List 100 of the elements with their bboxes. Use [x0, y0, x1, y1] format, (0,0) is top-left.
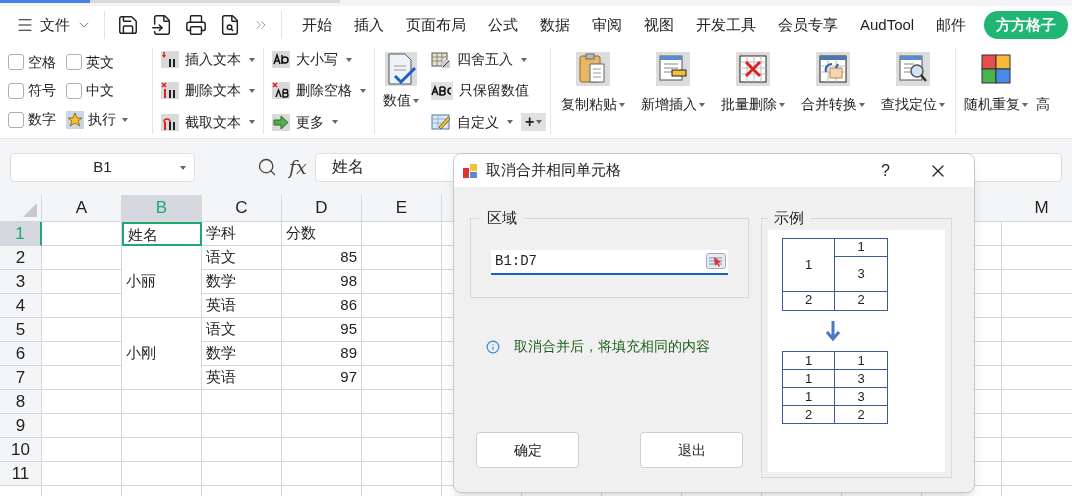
arrow-icon: [272, 113, 290, 131]
checkbox-label: 英文: [86, 52, 114, 72]
zoom-icon[interactable]: [257, 157, 277, 177]
ribbon-button[interactable]: 四舍五入: [431, 49, 527, 71]
row-header[interactable]: 4: [0, 294, 42, 318]
row-header[interactable]: 2: [0, 246, 42, 270]
menu-tab[interactable]: 开始: [302, 13, 332, 37]
ribbon-button[interactable]: 批量删除: [719, 52, 788, 115]
caret-icon: [249, 120, 255, 125]
function-label[interactable]: fx: [289, 152, 307, 182]
caret-icon: [521, 57, 527, 62]
example-cell-text: 2: [856, 291, 866, 309]
example-cell: 1: [783, 387, 835, 406]
menu-tab[interactable]: 审阅: [592, 13, 622, 37]
menu-tab[interactable]: 数据: [540, 13, 570, 37]
ribbon-button[interactable]: 删除文本: [161, 80, 255, 102]
ribbon-button[interactable]: 复制粘贴: [559, 52, 628, 115]
caret-icon: [332, 120, 338, 125]
table-arrows-icon: [816, 52, 851, 86]
number-button[interactable]: 数值: [375, 44, 427, 138]
preview-icon[interactable]: [219, 14, 241, 36]
menu-tab[interactable]: AudTool: [860, 13, 915, 37]
dialog-title: 取消合并相同单元格: [486, 160, 621, 181]
checkbox-box[interactable]: [8, 83, 24, 99]
caret-icon: [346, 57, 352, 62]
menu-tab[interactable]: 开发工具: [696, 13, 756, 37]
ribbon-button[interactable]: 大小写: [272, 49, 366, 71]
caret-icon: [507, 120, 513, 125]
checkbox-box[interactable]: [8, 54, 24, 71]
letters-icon: [272, 51, 290, 69]
file-menu[interactable]: 文件: [16, 13, 92, 37]
star-icon: [66, 110, 84, 129]
menu-tab[interactable]: 会员专享: [778, 13, 838, 37]
ribbon-button[interactable]: 自定义: [431, 111, 513, 133]
row-header[interactable]: 3: [0, 270, 42, 294]
menu-tab[interactable]: 邮件: [936, 13, 967, 37]
caret-icon: [619, 102, 626, 107]
text-bars-icon: [161, 51, 179, 69]
checkbox-box[interactable]: [66, 83, 82, 99]
checkbox[interactable]: 符号: [8, 80, 66, 102]
ribbon-button[interactable]: 插入文本: [161, 49, 255, 71]
document-search-icon: [896, 52, 931, 86]
name-box[interactable]: B1: [10, 152, 195, 182]
ribbon-button[interactable]: 删除空格: [272, 80, 366, 102]
row-header[interactable]: 9: [0, 414, 42, 438]
caret-icon: [536, 120, 543, 125]
range-field[interactable]: B1:D7: [491, 249, 728, 275]
row-header[interactable]: 8: [0, 390, 42, 414]
row-header[interactable]: 11: [0, 462, 42, 486]
menu-tab[interactable]: 插入: [354, 13, 384, 37]
row-header[interactable]: 10: [0, 438, 42, 462]
ribbon-button[interactable]: 更多: [272, 111, 366, 133]
example-cell-text: 2: [856, 405, 866, 423]
ribbon-button[interactable]: 查找定位: [879, 52, 948, 115]
menu-tab[interactable]: 视图: [644, 13, 674, 37]
ribbon-button[interactable]: 合并转换: [799, 52, 868, 115]
column-header[interactable]: C: [202, 195, 282, 222]
info-text: 取消合并后，将填充相同的内容: [514, 337, 710, 356]
group-label: 区域: [486, 208, 518, 228]
row-header[interactable]: 6: [0, 342, 42, 366]
menu-tab[interactable]: 页面布局: [406, 13, 466, 37]
range-picker-icon[interactable]: [706, 253, 726, 269]
ribbon-button[interactable]: 新增插入: [639, 52, 708, 115]
ribbon-button[interactable]: 只保留数值: [431, 80, 529, 102]
exit-button[interactable]: 退出: [640, 432, 743, 468]
print-icon[interactable]: [185, 14, 207, 36]
caret-icon: [249, 89, 255, 93]
column-header[interactable]: M: [1002, 195, 1072, 222]
menu-tab[interactable]: 公式: [488, 13, 518, 37]
checkbox[interactable]: 数字: [8, 109, 66, 131]
ok-button[interactable]: 确定: [476, 432, 579, 468]
ribbon-button[interactable]: 截取文本: [161, 111, 255, 133]
column-header[interactable]: D: [282, 195, 362, 222]
help-button[interactable]: ?: [881, 158, 890, 183]
row-header[interactable]: 5: [0, 318, 42, 342]
caret-icon: [779, 102, 786, 107]
import-icon[interactable]: [151, 14, 173, 36]
checkbox[interactable]: 空格: [8, 51, 66, 73]
checkbox-label: 空格: [28, 52, 56, 72]
text-bars-icon: [161, 82, 179, 100]
checkbox-box[interactable]: [8, 111, 24, 128]
table-cell: 姓名: [122, 222, 202, 246]
checkbox-box[interactable]: [66, 54, 82, 71]
checkbox-label: 数字: [28, 110, 56, 130]
save-icon[interactable]: [117, 14, 139, 36]
ribbon-button[interactable]: 高: [1036, 52, 1051, 115]
ribbon-button[interactable]: 随机重复: [964, 52, 1029, 115]
column-header[interactable]: A: [42, 195, 122, 222]
caret-icon: [180, 165, 186, 170]
example-cell: 2: [783, 291, 835, 310]
caret-icon: [360, 89, 366, 93]
checkbox[interactable]: 英文: [66, 51, 144, 73]
pencil-table-icon: [431, 113, 451, 132]
add-button[interactable]: +: [521, 113, 547, 132]
example-cell: 1: [835, 351, 887, 370]
row-header[interactable]: 7: [0, 366, 42, 390]
example-cell: 3: [835, 369, 887, 388]
execute-button[interactable]: 执行: [66, 109, 144, 131]
checkbox[interactable]: 中文: [66, 80, 144, 102]
column-header[interactable]: E: [362, 195, 442, 222]
